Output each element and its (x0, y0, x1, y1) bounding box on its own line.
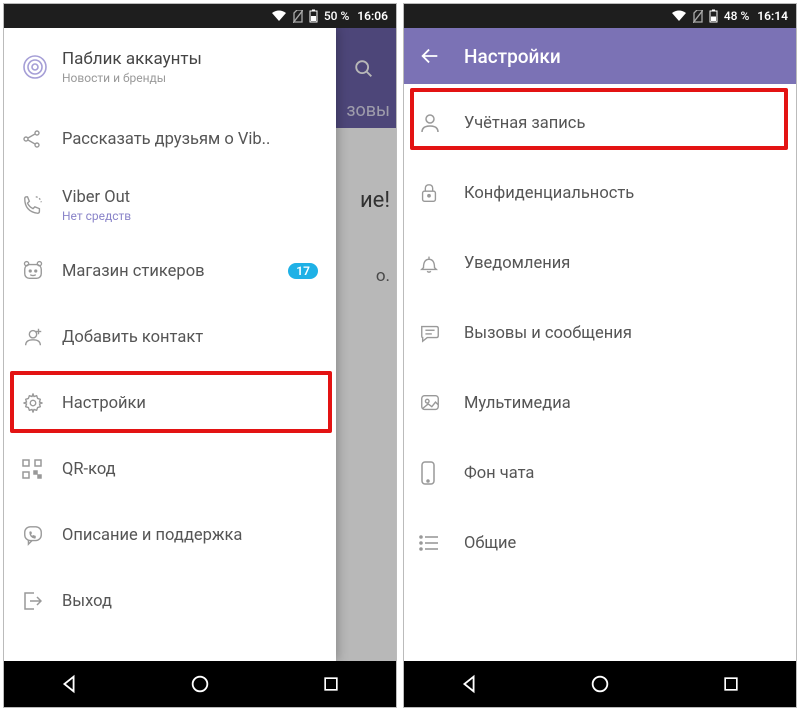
lock-icon (418, 181, 464, 205)
settings-item-label: Общие (464, 534, 516, 553)
drawer-header-subtitle: Новости и бренды (62, 71, 202, 85)
viber-logo-icon (22, 524, 62, 546)
settings-item-label: Учётная запись (464, 114, 585, 133)
drawer-item-exit[interactable]: Выход (4, 568, 336, 634)
add-contact-icon (22, 326, 62, 348)
scrim[interactable] (332, 28, 396, 661)
drawer-item-share[interactable]: Рассказать друзьям о Vib.. (4, 106, 336, 172)
battery-icon (309, 9, 318, 23)
settings-item-label: Конфиденциальность (464, 184, 634, 203)
status-bar: 48 % 16:14 (404, 4, 796, 28)
public-accounts-icon (22, 54, 62, 80)
drawer-item-settings[interactable]: Настройки (4, 370, 336, 436)
drawer-item-label: Настройки (62, 394, 318, 413)
drawer-item-stickers[interactable]: Магазин стикеров 17 (4, 238, 336, 304)
settings-item-calls[interactable]: Вызовы и сообщения (404, 298, 796, 368)
nav-home[interactable] (160, 661, 240, 707)
back-button[interactable] (416, 45, 444, 67)
drawer-header-title: Паблик аккаунты (62, 49, 202, 69)
nav-back[interactable] (429, 661, 509, 707)
nav-home[interactable] (560, 661, 640, 707)
settings-item-label: Мультимедиа (464, 394, 571, 413)
chat-icon (418, 322, 464, 344)
settings-item-notifications[interactable]: Уведомления (404, 228, 796, 298)
phone-right: 48 % 16:14 Настройки Учётная запись (403, 3, 797, 708)
wifi-icon (671, 10, 687, 22)
screen-body: Настройки Учётная запись Конфиденциально… (404, 28, 796, 661)
sticker-icon (22, 260, 62, 282)
drawer-item-label: Выход (62, 592, 318, 611)
settings-item-general[interactable]: Общие (404, 508, 796, 578)
android-navbar (404, 661, 796, 707)
settings-item-media[interactable]: Мультимедиа (404, 368, 796, 438)
nav-back[interactable] (29, 661, 109, 707)
drawer-item-label: Рассказать друзьям о Vib.. (62, 130, 318, 149)
share-icon (22, 129, 62, 149)
drawer-item-addcontact[interactable]: Добавить контакт (4, 304, 336, 370)
exit-icon (22, 591, 62, 611)
android-navbar (4, 661, 396, 707)
settings-item-label: Уведомления (464, 254, 570, 273)
settings-item-label: Вызовы и сообщения (464, 324, 632, 343)
drawer-item-label: Добавить контакт (62, 328, 318, 347)
settings-item-chatbg[interactable]: Фон чата (404, 438, 796, 508)
clock: 16:14 (757, 9, 788, 23)
gear-icon (22, 392, 62, 414)
status-bar: 50 % 16:06 (4, 4, 396, 28)
drawer-item-viberout[interactable]: Viber Out Нет средств (4, 172, 336, 238)
navigation-drawer: Паблик аккаунты Новости и бренды Рассказ… (4, 28, 336, 661)
phone-left: 50 % 16:06 зовы ие! о. Паблик акк (3, 3, 397, 708)
sim-off-icon (293, 10, 303, 23)
drawer-item-sublabel: Нет средств (62, 209, 131, 223)
drawer-item-label: Магазин стикеров (62, 262, 282, 281)
drawer-item-help[interactable]: Описание и поддержка (4, 502, 336, 568)
settings-item-account[interactable]: Учётная запись (404, 88, 796, 158)
battery-percent: 50 % (324, 9, 349, 23)
drawer-header[interactable]: Паблик аккаунты Новости и бренды (4, 28, 336, 106)
wifi-icon (271, 10, 287, 22)
image-icon (418, 392, 464, 414)
drawer-item-qr[interactable]: QR-код (4, 436, 336, 502)
account-icon (418, 111, 464, 135)
drawer-item-label: QR-код (62, 460, 318, 479)
phone-frame-icon (418, 460, 464, 486)
drawer-item-label: Viber Out (62, 188, 131, 207)
battery-icon (709, 9, 718, 23)
list-icon (418, 533, 464, 553)
clock: 16:06 (357, 9, 388, 23)
settings-list: Учётная запись Конфиденциальность Уведом… (404, 84, 796, 661)
battery-percent: 48 % (724, 9, 749, 23)
appbar-title: Настройки (464, 45, 561, 68)
settings-item-privacy[interactable]: Конфиденциальность (404, 158, 796, 228)
sim-off-icon (693, 10, 703, 23)
phone-out-icon (22, 194, 62, 216)
nav-recent[interactable] (291, 661, 371, 707)
settings-item-label: Фон чата (464, 464, 534, 483)
qr-icon (22, 459, 62, 479)
bell-icon (418, 251, 464, 275)
nav-recent[interactable] (691, 661, 771, 707)
sticker-badge: 17 (288, 263, 318, 279)
screen-body: зовы ие! о. Паблик аккаунты Новости и бр… (4, 28, 396, 661)
appbar: Настройки (404, 28, 796, 84)
drawer-item-label: Описание и поддержка (62, 526, 318, 545)
